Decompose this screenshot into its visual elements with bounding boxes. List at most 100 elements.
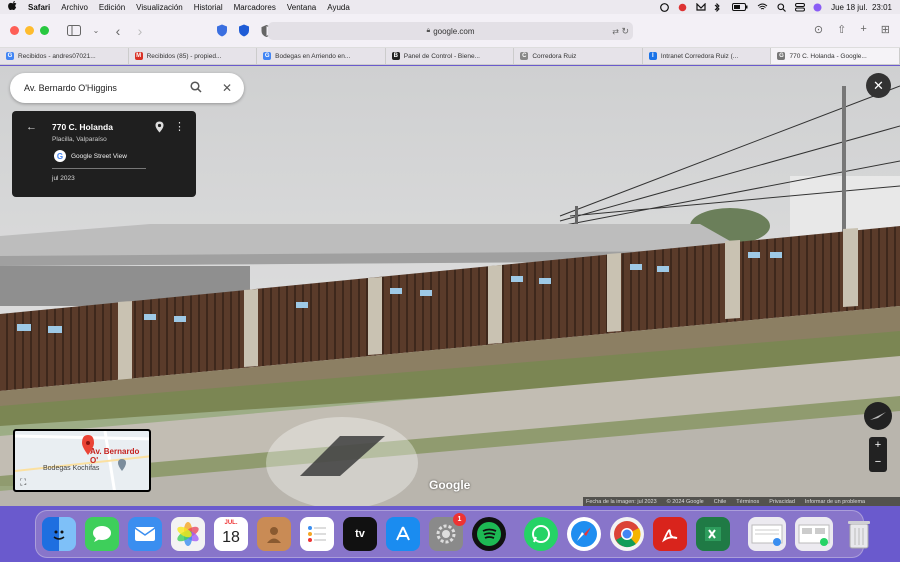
finder-icon[interactable]: [42, 517, 76, 551]
tab-label: Intranet Corredora Ruiz (...: [660, 52, 739, 60]
menu-ventana[interactable]: Ventana: [287, 3, 316, 12]
back-icon[interactable]: ‹: [111, 23, 125, 39]
forward-icon[interactable]: ›: [133, 23, 147, 39]
google-favicon-icon: G: [263, 52, 272, 60]
chevron-down-icon[interactable]: ⌄: [89, 24, 103, 38]
capture-date[interactable]: jul 2023: [52, 175, 75, 182]
close-icon: ✕: [873, 77, 884, 93]
contacts-icon[interactable]: [257, 517, 291, 551]
zoom-in-button[interactable]: +: [875, 437, 881, 454]
menu-historial[interactable]: Historial: [194, 3, 223, 12]
excel-icon[interactable]: [696, 517, 730, 551]
spotlight-search-icon[interactable]: [777, 3, 786, 12]
vpn-icon[interactable]: [660, 3, 669, 12]
whatsapp-icon[interactable]: [524, 517, 558, 551]
gmail-favicon-icon: M: [134, 52, 143, 60]
tab-gmail-propiedades[interactable]: M Recibidos (85) - propied...: [129, 48, 258, 64]
more-options-icon[interactable]: ⋮: [174, 120, 185, 133]
street-view-service-label[interactable]: G Google Street View: [54, 150, 127, 162]
compass-button[interactable]: [864, 402, 892, 430]
tab-panel-control[interactable]: B Panel de Control - Biene...: [386, 48, 515, 64]
search-input[interactable]: Av. Bernardo O'Higgins: [24, 83, 117, 93]
search-box[interactable]: Av. Bernardo O'Higgins ✕: [10, 73, 244, 103]
battery-icon[interactable]: [732, 3, 748, 11]
intranet-favicon-icon: I: [648, 52, 657, 60]
search-icon[interactable]: [190, 80, 202, 96]
gmail-icon[interactable]: [696, 2, 706, 11]
menu-edicion[interactable]: Edición: [99, 3, 125, 12]
zoom-out-button[interactable]: −: [875, 454, 881, 471]
back-arrow-icon[interactable]: ←: [26, 121, 37, 133]
messages-icon[interactable]: [85, 517, 119, 551]
trash-icon[interactable]: [842, 517, 876, 551]
country-link[interactable]: Chile: [714, 499, 727, 505]
window-controls: [10, 26, 49, 35]
minimap[interactable]: Av. Bernardo O' Bodegas Kochifas ⛶: [13, 429, 151, 492]
menu-ayuda[interactable]: Ayuda: [327, 3, 350, 12]
close-street-view-button[interactable]: ✕: [866, 73, 891, 98]
tab-overview-icon[interactable]: ⊞: [881, 23, 890, 36]
address-bar[interactable]: 🔒︎ google.com ⇄ ↻: [268, 22, 633, 40]
system-settings-icon[interactable]: 1: [429, 513, 466, 551]
control-center-icon[interactable]: [795, 3, 806, 12]
location-pin-icon[interactable]: [155, 121, 164, 136]
tab-bar: G Recibidos - andres07021... M Recibidos…: [0, 48, 900, 65]
mail-icon[interactable]: [128, 517, 162, 551]
bitwarden-extension-icon[interactable]: [237, 24, 251, 38]
location-title: 770 C. Holanda: [52, 122, 113, 132]
chrome-icon[interactable]: [610, 517, 644, 551]
safari-icon[interactable]: [567, 517, 601, 551]
apple-tv-icon[interactable]: tv: [343, 517, 377, 551]
downloads-icon[interactable]: ⊙: [814, 23, 823, 36]
recent-window-preview-2[interactable]: [795, 517, 833, 551]
menu-clock[interactable]: Jue 18 jul. 23:01: [831, 3, 892, 12]
calendar-icon[interactable]: JUL. 18: [214, 517, 248, 551]
expand-map-icon[interactable]: ⛶: [20, 477, 26, 488]
share-icon[interactable]: ⇧: [837, 23, 846, 36]
new-tab-icon[interactable]: +: [860, 23, 866, 36]
terms-link[interactable]: Términos: [736, 499, 759, 505]
clear-search-icon[interactable]: ✕: [222, 81, 232, 95]
tab-label: Bodegas en Arriendo en...: [275, 52, 351, 60]
location-subtitle: Placilla, Valparaíso: [52, 136, 107, 143]
lock-icon: 🔒︎: [426, 27, 431, 34]
shield-extension-icon[interactable]: [215, 24, 229, 38]
tab-label: Recibidos (85) - propied...: [146, 52, 222, 60]
menu-app-name[interactable]: Safari: [28, 3, 50, 12]
tab-corredora-ruiz[interactable]: C Corredora Ruiz: [514, 48, 643, 64]
spotify-icon[interactable]: [472, 517, 506, 551]
recent-window-preview-1[interactable]: [748, 517, 786, 551]
close-window-button[interactable]: [10, 26, 19, 35]
tab-bodegas[interactable]: G Bodegas en Arriendo en...: [257, 48, 386, 64]
location-info-card: ← 770 C. Holanda Placilla, Valparaíso ⋮ …: [12, 111, 196, 197]
minimap-place-label[interactable]: Bodegas Kochifas: [43, 465, 99, 472]
sidebar-toggle-icon[interactable]: [67, 24, 81, 38]
siri-icon[interactable]: [813, 3, 822, 12]
bluetooth-icon[interactable]: [714, 2, 723, 13]
tab-street-view-active[interactable]: G 770 C. Holanda - Google...: [771, 48, 900, 64]
menu-archivo[interactable]: Archivo: [61, 3, 88, 12]
tab-label: 770 C. Holanda - Google...: [789, 52, 867, 60]
reload-icon[interactable]: ↻: [621, 26, 629, 37]
app-store-icon[interactable]: [386, 517, 420, 551]
attribution-bar: Fecha de la imagen: jul 2023 © 2024 Goog…: [583, 497, 900, 506]
privacy-link[interactable]: Privacidad: [769, 499, 795, 505]
apple-menu-icon[interactable]: [8, 1, 18, 13]
tab-label: Panel de Control - Biene...: [403, 52, 480, 60]
notification-badge: 1: [453, 513, 466, 526]
translate-icon[interactable]: ⇄: [612, 27, 619, 36]
wifi-icon[interactable]: [757, 3, 768, 11]
photos-icon[interactable]: [171, 517, 205, 551]
minimize-window-button[interactable]: [25, 26, 34, 35]
menu-marcadores[interactable]: Marcadores: [234, 3, 276, 12]
report-problem-link[interactable]: Informar de un problema: [805, 499, 865, 505]
google-logo: Google: [429, 478, 471, 492]
zoom-controls: + −: [869, 437, 887, 472]
record-icon[interactable]: [678, 3, 687, 12]
acrobat-icon[interactable]: [653, 517, 687, 551]
zoom-window-button[interactable]: [40, 26, 49, 35]
tab-intranet[interactable]: I Intranet Corredora Ruiz (...: [643, 48, 772, 64]
tab-gmail-inbox[interactable]: G Recibidos - andres07021...: [0, 48, 129, 64]
menu-visualizacion[interactable]: Visualización: [136, 3, 183, 12]
reminders-icon[interactable]: [300, 517, 334, 551]
